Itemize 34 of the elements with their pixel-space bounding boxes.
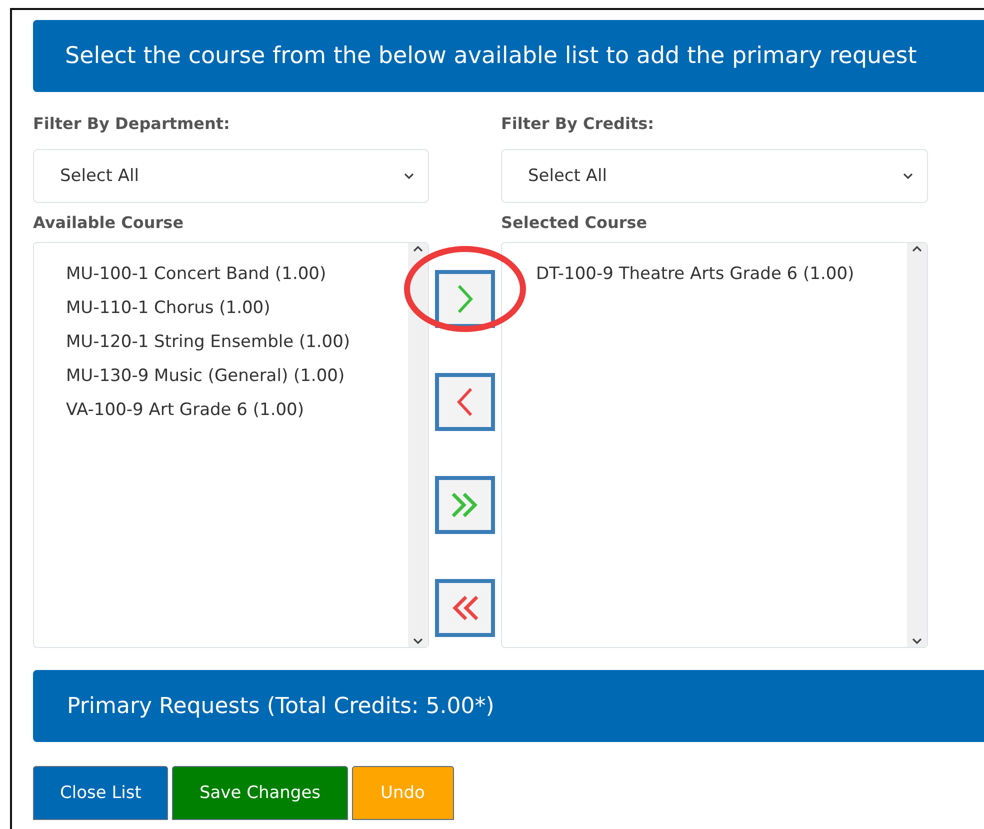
chevron-icon [413,637,423,645]
list-label: Selected Course [501,213,648,232]
chevron-icon [903,172,913,180]
chevron-icon [912,245,922,253]
course-option[interactable]: MU-120-1 String Ensemble (1.00) [66,325,408,359]
chevron-icon [912,637,922,645]
scrollbar[interactable] [408,243,428,647]
department-select[interactable]: Select All [33,149,429,203]
chevron-icon [404,172,414,180]
move-left-button[interactable] [435,373,495,431]
filter-label: Filter By Credits: [501,114,656,133]
credits-select[interactable]: Select All [501,149,928,203]
banner-title: Select the course from the below available list to add the primary request [65,43,917,69]
course-option[interactable]: MU-110-1 Chorus (1.00) [66,291,408,325]
course-option[interactable]: VA-100-9 Art Grade 6 (1.00) [66,393,408,427]
move-all-left-button[interactable] [435,579,495,637]
move-all-right-button[interactable] [435,476,495,534]
summary-title: Primary Requests (Total Credits: 5.00*) [67,694,494,718]
action-button[interactable]: Close List [33,766,168,820]
move-right-button[interactable] [435,270,495,328]
chevron-right-icon [457,284,473,314]
filter-label: Filter By Department: [33,114,231,133]
list-label: Available Course [33,213,185,232]
course-list[interactable]: MU-100-1 Concert Band (1.00) MU-110-1 Chorus (1.00) MU-120-1 String Ensemble (1.00) MU-130-9 Music (General) (1.00) VA-100-9 Art Grade 6 (1.00) [33,242,429,648]
course-option[interactable]: MU-130-9 Music (General) (1.00) [66,359,408,393]
double-chevron-right-icon [451,492,479,518]
action-button[interactable]: Save Changes [172,766,348,820]
scrollbar[interactable] [907,243,927,647]
chevron-icon [413,245,423,253]
course-list[interactable]: DT-100-9 Theatre Arts Grade 6 (1.00) [501,242,928,648]
chevron-left-icon [457,387,473,417]
course-option[interactable]: MU-100-1 Concert Band (1.00) [66,257,408,291]
double-chevron-left-icon [451,595,479,621]
course-option[interactable]: DT-100-9 Theatre Arts Grade 6 (1.00) [536,257,907,291]
